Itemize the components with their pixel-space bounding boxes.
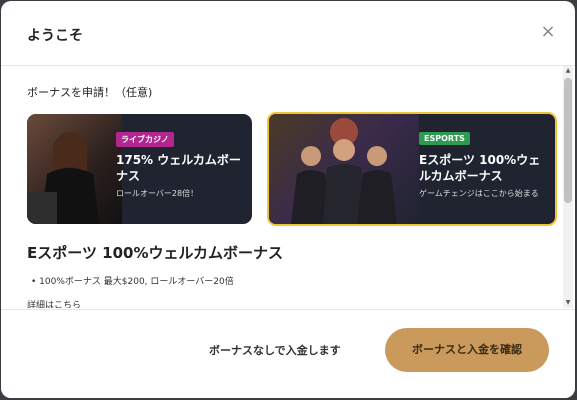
details-link[interactable]: 詳細はこちら [27, 298, 81, 308]
bonus-section-label: ボーナスを申請！（任意) [27, 86, 153, 99]
welcome-modal: ようこそ × ボーナスを申請！（任意) ライブカジノ 175% ウェルカムボーナ… [1, 1, 575, 398]
confirm-bonus-deposit-button[interactable]: ボーナスと入金を確認 [385, 328, 549, 372]
esports-tag: ESPORTS [419, 132, 470, 145]
live-casino-dealer-image [27, 114, 122, 224]
bonus-detail-item: • 100%ボーナス 最大$200, ロールオーバー20倍 [31, 277, 234, 287]
modal-footer: ボーナスなしで入金します ボーナスと入金を確認 [1, 309, 575, 398]
esports-card-subtitle: ゲームチェンジはここから始まる [419, 189, 539, 198]
live-casino-card-subtitle: ロールオーバー28倍！ [116, 189, 199, 198]
modal-body: ボーナスを申請！（任意) ライブカジノ 175% ウェルカムボーナス ロールオー… [1, 66, 561, 308]
scrollbar-thumb[interactable] [564, 78, 572, 203]
live-casino-card-title: 175% ウェルカムボーナス [116, 153, 241, 183]
esports-team-image [269, 114, 419, 224]
bonus-card-live-casino[interactable]: ライブカジノ 175% ウェルカムボーナス ロールオーバー28倍！ [27, 114, 252, 224]
close-icon[interactable]: × [539, 23, 557, 41]
bonus-detail-text: 100%ボーナス 最大$200, ロールオーバー20倍 [39, 277, 234, 287]
scroll-up-icon[interactable]: ▲ [564, 67, 572, 75]
bonus-card-esports[interactable]: ESPORTS Eスポーツ 100%ウェルカムボーナス ゲームチェンジはここから… [267, 112, 557, 226]
modal-header: ようこそ × [1, 1, 575, 66]
scroll-down-icon[interactable]: ▼ [564, 299, 572, 307]
live-casino-tag: ライブカジノ [116, 132, 174, 147]
modal-scrollbar[interactable]: ▲ ▼ [563, 66, 573, 308]
selected-bonus-title: Eスポーツ 100%ウェルカムボーナス [27, 244, 284, 262]
esports-card-title: Eスポーツ 100%ウェルカムボーナス [419, 153, 541, 183]
deposit-without-bonus-button[interactable]: ボーナスなしで入金します [209, 342, 341, 358]
modal-title: ようこそ [27, 28, 83, 44]
